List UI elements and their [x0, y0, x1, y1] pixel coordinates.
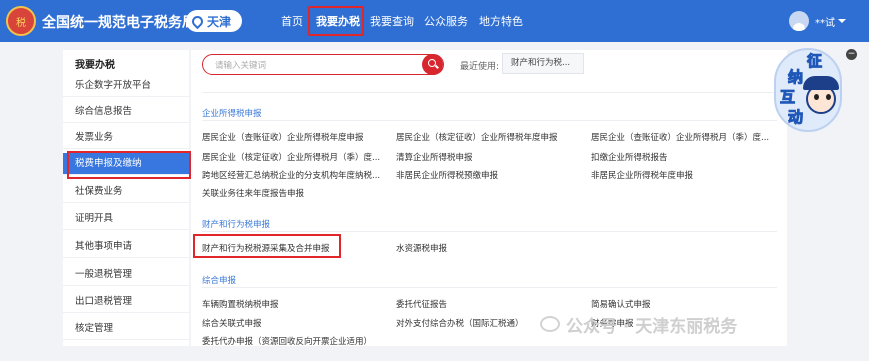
close-icon[interactable]: − [846, 49, 857, 60]
search-input[interactable]: 请输入关键词 [215, 59, 266, 71]
divider [202, 231, 777, 232]
list-item[interactable]: 简易确认式申报 [591, 298, 777, 310]
sidebar-item-export-refund[interactable]: 出口退税管理 [63, 291, 189, 313]
sidebar-item-other[interactable]: 其他事项申请 [63, 236, 189, 258]
list-item[interactable]: 居民企业（查账征收）企业所得税月（季）度... [591, 131, 777, 143]
interaction-mascot[interactable]: 征 纳 互 动 [774, 48, 850, 136]
region-label: 天津 [207, 14, 232, 29]
sidebar-item-invoice[interactable]: 发票业务 [63, 127, 189, 149]
active-nav-highlight [308, 6, 364, 36]
mascot-eye [826, 94, 831, 100]
nav-query[interactable]: 我要查询 [370, 13, 414, 29]
chevron-down-icon[interactable] [838, 19, 846, 23]
list-item[interactable]: 居民企业（核定征收）企业所得税月（季）度... [202, 151, 388, 163]
list-item[interactable]: 居民企业（查账征收）企业所得税年度申报 [202, 131, 388, 143]
search-icon[interactable] [422, 54, 443, 75]
search-bar[interactable]: 请输入关键词 [202, 54, 444, 75]
mascot-char: 征 [806, 52, 823, 71]
list-item[interactable]: 扣缴企业所得税报告 [591, 151, 777, 163]
item-highlight-box [193, 234, 341, 258]
nav-public-service[interactable]: 公众服务 [424, 13, 468, 29]
divider [202, 92, 777, 93]
recent-label: 最近使用: [460, 62, 500, 72]
divider [202, 287, 777, 288]
section-title-corp-income: 企业所得税申报 [202, 109, 262, 119]
user-name[interactable]: **试 [815, 14, 835, 29]
sidebar-item-assessment[interactable]: 核定管理 [63, 318, 189, 340]
list-item[interactable]: 车辆购置税纳税申报 [202, 298, 388, 310]
list-item[interactable]: 跨地区经营汇总纳税企业的分支机构年度纳税... [202, 169, 388, 181]
location-pin-icon [189, 13, 206, 29]
list-item[interactable]: 居民企业（核定征收）企业所得税年度申报 [396, 131, 582, 143]
mascot-char: 互 [779, 88, 796, 107]
sidebar: 我要办税 乐企数字开放平台 综合信息报告 发票业务 税费申报及缴纳 社保费业务 … [63, 50, 189, 346]
top-header: 税 全国统一规范电子税务局 天津 首页 我要办税 我要查询 公众服务 地方特色 … [0, 0, 869, 42]
list-item[interactable]: 关联业务往来年度报告申报 [202, 187, 388, 199]
sidebar-item-info-report[interactable]: 综合信息报告 [63, 101, 189, 123]
sidebar-item-refund[interactable]: 一般退税管理 [63, 264, 189, 286]
section-title-property-tax: 财产和行为税申报 [202, 220, 271, 230]
sidebar-highlight-box [67, 151, 191, 179]
mascot-char: 纳 [787, 68, 804, 87]
list-item[interactable]: 综合关联式申报 [202, 317, 388, 329]
section-title-general: 综合申报 [202, 276, 237, 286]
list-item[interactable]: 委托代办申报（资源回收反向开票企业适用） [202, 335, 442, 347]
region-selector[interactable]: 天津 [186, 10, 242, 32]
list-item[interactable]: 非居民企业所得税年度申报 [591, 169, 777, 181]
list-item[interactable]: 委托代征报告 [396, 298, 582, 310]
list-item[interactable]: 清算企业所得税申报 [396, 151, 582, 163]
nav-home[interactable]: 首页 [281, 13, 303, 29]
nav-local-feature[interactable]: 地方特色 [479, 13, 523, 29]
sidebar-item-social-security[interactable]: 社保费业务 [63, 181, 189, 203]
watermark-text: 公众号 · 天津东丽税务 [566, 317, 738, 337]
mascot-eye [814, 94, 819, 100]
list-item[interactable]: 水资源税申报 [396, 242, 582, 254]
mascot-cap-icon [803, 76, 839, 90]
sidebar-title: 我要办税 [75, 60, 115, 71]
list-item[interactable]: 非居民企业所得税预缴申报 [396, 169, 582, 181]
site-title[interactable]: 全国统一规范电子税务局 [42, 12, 196, 32]
user-avatar[interactable] [789, 11, 809, 31]
sidebar-item-leqi[interactable]: 乐企数字开放平台 [63, 75, 189, 97]
mascot-char: 动 [787, 108, 804, 127]
recent-tag[interactable]: 财产和行为税... [502, 53, 584, 74]
wechat-icon [540, 316, 560, 332]
tax-emblem-icon: 税 [6, 6, 36, 36]
divider [202, 120, 777, 121]
sidebar-item-certificate[interactable]: 证明开具 [63, 208, 189, 230]
